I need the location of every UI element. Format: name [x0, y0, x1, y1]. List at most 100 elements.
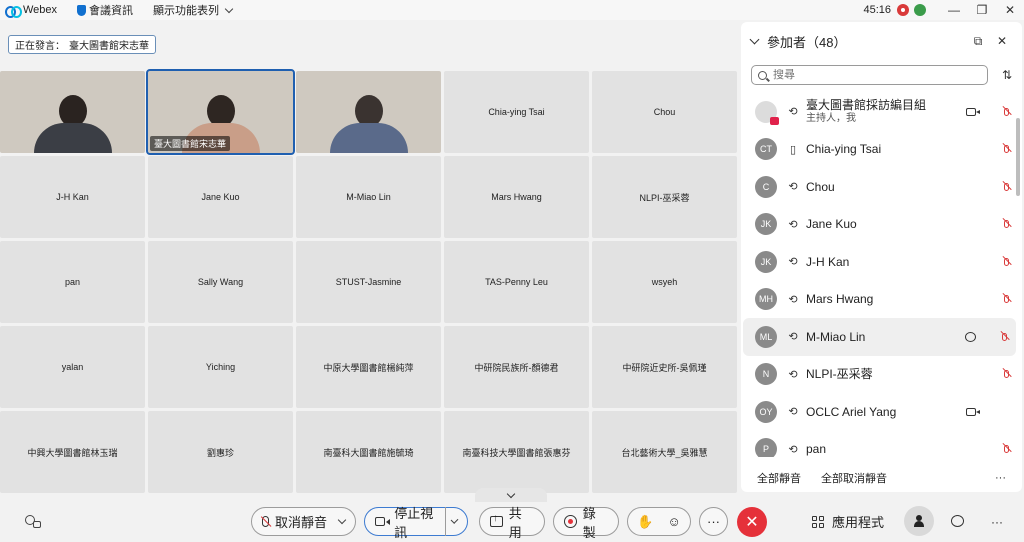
reactions-button[interactable]: ✋ ☺: [627, 507, 691, 536]
participant-tile[interactable]: Jane Kuo: [148, 156, 293, 238]
recording-indicator-icon[interactable]: [897, 4, 909, 16]
participant-tile[interactable]: J-H Kan: [0, 156, 145, 238]
video-tile[interactable]: [0, 71, 145, 153]
close-panel-icon[interactable]: ✕: [992, 34, 1012, 48]
more-button[interactable]: ···: [699, 507, 728, 536]
microphone-muted-icon[interactable]: [1000, 367, 1012, 381]
leave-meeting-button[interactable]: ✕: [737, 507, 767, 537]
participant-tile[interactable]: 南臺科技大學圖書館張惠芬: [444, 411, 589, 493]
chevron-down-icon[interactable]: [337, 515, 347, 525]
video-tile[interactable]: [296, 71, 441, 153]
webex-logo-icon: [5, 5, 22, 18]
participant-tile[interactable]: TAS-Penny Leu: [444, 241, 589, 323]
microphone-muted-icon[interactable]: [1000, 255, 1012, 269]
participant-name-block: Chia-ying Tsai: [806, 142, 1000, 156]
video-tile-active-speaker[interactable]: 臺大圖書館宋志華: [146, 69, 295, 155]
participant-tile[interactable]: pan: [0, 241, 145, 323]
participants-search-input[interactable]: [773, 69, 953, 81]
participant-row[interactable]: N ⟲ NLPI-巫采蓉: [741, 356, 1022, 394]
participant-row[interactable]: ⟲ 臺大圖書館採訪編目組 主持人，我: [741, 93, 1022, 131]
video-on-icon: [966, 107, 980, 116]
participant-row[interactable]: C ⟲ Chou: [741, 168, 1022, 206]
participant-tile[interactable]: 中研院民族所-顏德君: [444, 326, 589, 408]
unmute-all-button[interactable]: 全部取消靜音: [821, 470, 887, 486]
close-window-button[interactable]: ✕: [996, 0, 1024, 20]
microphone-muted-icon[interactable]: [1000, 105, 1012, 119]
mute-all-button[interactable]: 全部靜音: [757, 470, 801, 486]
share-button[interactable]: 共用: [479, 506, 545, 540]
participant-tile[interactable]: 南臺科大圖書館施毓琦: [296, 411, 441, 493]
chat-icon[interactable]: [965, 331, 976, 342]
chevron-down-icon[interactable]: [450, 516, 459, 524]
stop-video-button[interactable]: 停止視訊: [364, 506, 468, 540]
show-menu-bar-button[interactable]: 顯示功能表列: [153, 2, 234, 18]
participant-tile[interactable]: wsyeh: [592, 241, 737, 323]
camera-icon: [375, 517, 391, 526]
collapse-chevron-icon[interactable]: [749, 34, 760, 44]
chat-icon[interactable]: [951, 515, 964, 527]
restore-button[interactable]: ❐: [968, 0, 996, 20]
share-icon: [490, 513, 503, 527]
participant-tile[interactable]: 中原大學圖書館楊純萍: [296, 326, 441, 408]
participant-tile[interactable]: 劉惠珍: [148, 411, 293, 493]
microphone-muted-icon[interactable]: [998, 330, 1010, 344]
record-button[interactable]: 錄製: [553, 506, 619, 540]
participant-tile[interactable]: Sally Wang: [148, 241, 293, 323]
microphone-muted-icon[interactable]: [1000, 180, 1012, 194]
unmute-button[interactable]: 取消靜音: [251, 507, 356, 536]
tile-name: wsyeh: [651, 277, 678, 287]
more-right-button[interactable]: ···: [991, 507, 1003, 536]
avatar: ML: [755, 325, 777, 348]
collapse-toolbar-button[interactable]: [475, 488, 547, 502]
microphone-muted-icon[interactable]: [1000, 142, 1012, 156]
participant-tile[interactable]: STUST-Jasmine: [296, 241, 441, 323]
participant-row[interactable]: JK ⟲ Jane Kuo: [741, 206, 1022, 244]
tile-name: 中研院近史所-吳佩瑾: [622, 362, 707, 373]
participant-tile[interactable]: Chia-ying Tsai: [444, 71, 589, 153]
participant-row[interactable]: ML ⟲ M-Miao Lin: [743, 318, 1016, 356]
participant-name-block: pan: [806, 442, 1000, 456]
participant-row[interactable]: CT ▯ Chia-ying Tsai: [741, 131, 1022, 169]
microphone-muted-icon[interactable]: [1000, 217, 1012, 231]
participant-tile[interactable]: Yiching: [148, 326, 293, 408]
participant-tile[interactable]: Chou: [592, 71, 737, 153]
computer-audio-icon: ⟲: [788, 368, 798, 381]
meeting-info-button[interactable]: 會議資訊: [77, 2, 133, 18]
participant-tile[interactable]: M-Miao Lin: [296, 156, 441, 238]
record-icon: [564, 515, 577, 528]
search-icon: [758, 70, 767, 80]
apps-icon: [812, 515, 824, 528]
microphone-muted-icon[interactable]: [1000, 292, 1012, 306]
participants-search-box[interactable]: [751, 65, 988, 85]
apps-button[interactable]: 應用程式: [812, 507, 884, 536]
participants-scrollbar[interactable]: [1016, 118, 1020, 196]
captions-icon[interactable]: [25, 515, 41, 529]
sort-icon[interactable]: ⇅: [988, 68, 1012, 82]
participant-tile[interactable]: 中研院近史所-吳佩瑾: [592, 326, 737, 408]
participant-tile[interactable]: Mars Hwang: [444, 156, 589, 238]
participant-tile[interactable]: yalan: [0, 326, 145, 408]
more-options-button[interactable]: ···: [995, 472, 1006, 484]
participant-row[interactable]: OY ⟲ OCLC Ariel Yang: [741, 393, 1022, 431]
network-health-icon[interactable]: [914, 4, 926, 16]
meeting-timer: 45:16: [863, 4, 891, 16]
title-bar: Webex 會議資訊 顯示功能表列 45:16 — ❐ ✕: [0, 0, 1024, 20]
participant-name: pan: [806, 442, 827, 457]
tile-name: yalan: [61, 362, 84, 372]
participants-toggle-button[interactable]: [904, 506, 934, 536]
participant-tile[interactable]: 中興大學圖書館林玉瑞: [0, 411, 145, 493]
chevron-down-icon: [224, 4, 234, 13]
participant-row[interactable]: JK ⟲ J-H Kan: [741, 243, 1022, 281]
tile-name: J-H Kan: [56, 192, 89, 202]
microphone-muted-icon[interactable]: [1000, 442, 1012, 456]
participant-row[interactable]: MH ⟲ Mars Hwang: [741, 281, 1022, 319]
pop-out-icon[interactable]: ⧉: [968, 34, 988, 49]
participant-tile[interactable]: 台北藝術大學_吳雅慧: [592, 411, 737, 493]
speaking-name: 臺大圖書館宋志華: [69, 41, 149, 52]
leave-icon: ✕: [745, 514, 759, 531]
participant-tile[interactable]: NLPI-巫采蓉: [592, 156, 737, 238]
computer-audio-icon: ⟲: [788, 443, 798, 456]
participant-row[interactable]: P ⟲ pan: [741, 431, 1022, 457]
minimize-button[interactable]: —: [940, 0, 968, 20]
active-speaker-label: 正在發言： 臺大圖書館宋志華: [8, 35, 156, 54]
